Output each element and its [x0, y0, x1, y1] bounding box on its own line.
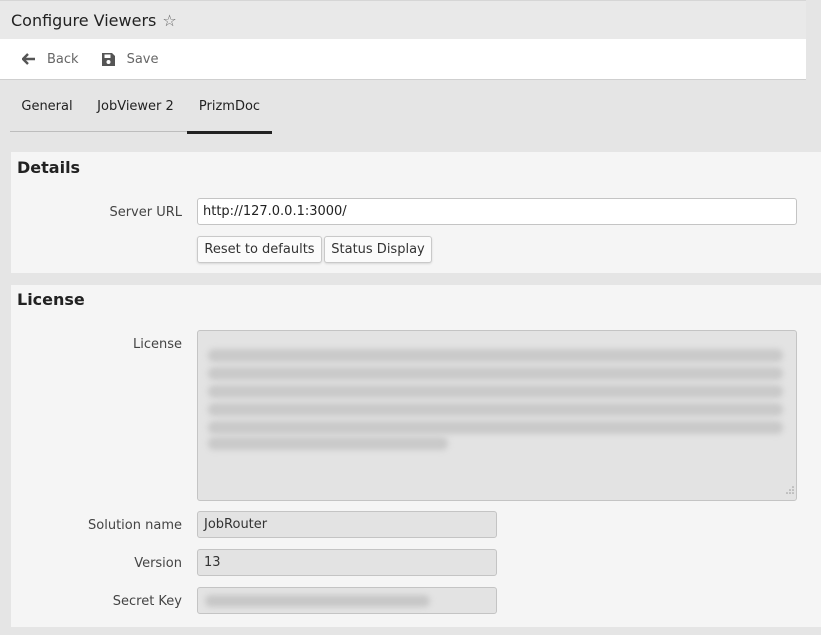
license-heading: License: [17, 290, 85, 309]
redacted-text: [208, 349, 783, 362]
details-panel: Details Server URL http://127.0.0.1:3000…: [11, 152, 821, 273]
details-heading: Details: [17, 158, 81, 177]
back-button[interactable]: Back: [22, 52, 79, 67]
license-textarea[interactable]: [197, 330, 797, 501]
redacted-text: [208, 367, 783, 380]
solution-name-label: Solution name: [88, 518, 182, 533]
version-field[interactable]: 13: [197, 549, 497, 576]
status-display-button[interactable]: Status Display: [324, 236, 432, 263]
star-outline-icon[interactable]: ☆: [162, 11, 176, 30]
save-button[interactable]: Save: [101, 51, 159, 67]
save-label: Save: [126, 51, 159, 67]
tab-bar-area: General JobViewer 2 PrizmDoc: [0, 80, 821, 150]
resize-grip-icon[interactable]: [786, 483, 794, 498]
page-title: Configure Viewers: [11, 10, 157, 30]
version-label: Version: [134, 556, 182, 571]
server-url-label: Server URL: [109, 205, 182, 220]
floppy-disk-icon: [101, 52, 116, 67]
redacted-text: [205, 595, 430, 607]
arrow-left-icon: [22, 53, 36, 65]
server-url-input[interactable]: http://127.0.0.1:3000/: [197, 198, 797, 225]
license-label: License: [132, 337, 182, 352]
redacted-text: [208, 421, 783, 434]
page-header: Configure Viewers ☆: [0, 0, 806, 39]
redacted-text: [208, 403, 783, 416]
solution-name-field[interactable]: JobRouter: [197, 511, 497, 538]
secret-key-field[interactable]: [197, 587, 497, 614]
reset-to-defaults-button[interactable]: Reset to defaults: [197, 236, 322, 263]
back-label: Back: [47, 51, 79, 67]
tab-general[interactable]: General: [10, 80, 84, 132]
tab-bar: General JobViewer 2 PrizmDoc: [10, 80, 272, 134]
redacted-text: [208, 437, 448, 450]
redacted-text: [208, 385, 783, 398]
toolbar: Back Save: [0, 39, 806, 80]
secret-key-label: Secret Key: [112, 594, 182, 609]
tab-prizmdoc[interactable]: PrizmDoc: [187, 80, 272, 134]
tab-jobviewer-2[interactable]: JobViewer 2: [84, 80, 187, 132]
license-panel: License License Solution name JobRouter …: [11, 285, 821, 627]
